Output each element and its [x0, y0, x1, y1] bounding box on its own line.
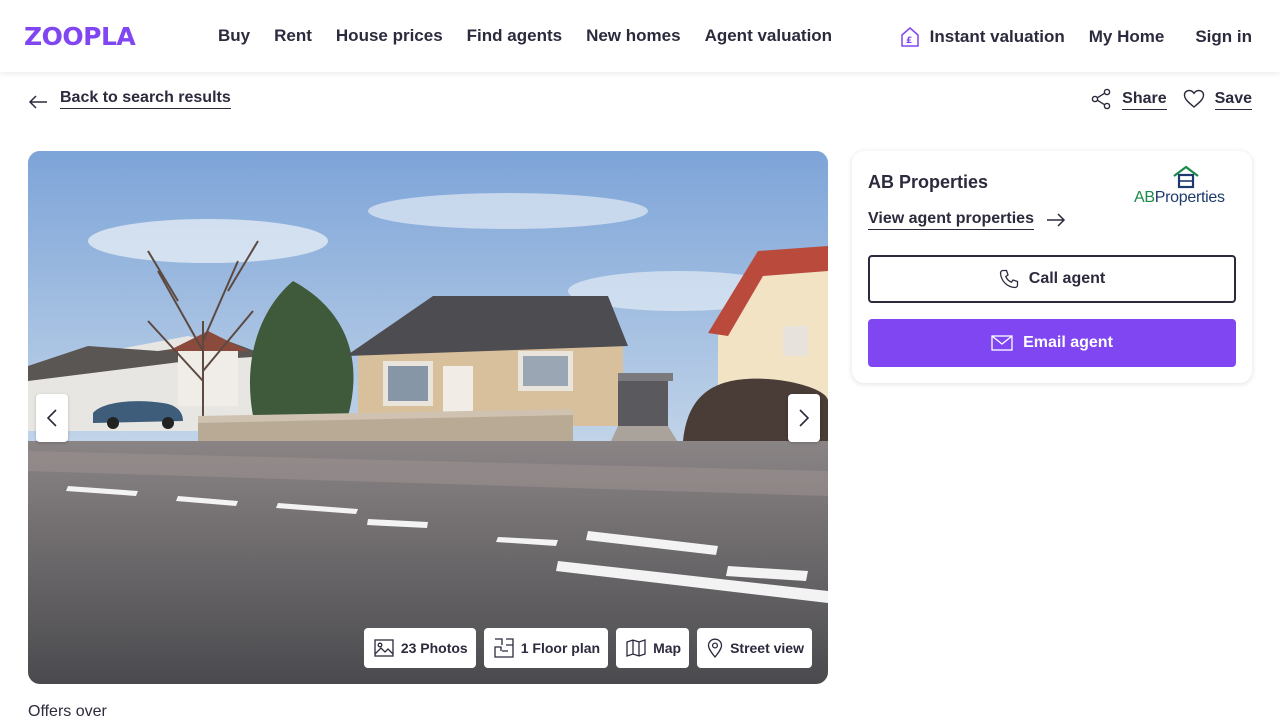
next-photo-button[interactable]: [788, 394, 820, 442]
agent-logo-wordmark: ABProperties: [1134, 189, 1225, 207]
save-button[interactable]: Save: [1183, 89, 1252, 110]
share-icon: [1091, 88, 1111, 110]
map-icon: [626, 639, 646, 657]
main-nav: Buy Rent House prices Find agents New ho…: [206, 22, 844, 50]
nav-buy[interactable]: Buy: [206, 22, 262, 50]
property-gallery[interactable]: 23 Photos 1 Floor plan Map Street view: [28, 151, 828, 684]
my-home-link[interactable]: My Home: [1077, 23, 1177, 51]
media-tabs: 23 Photos 1 Floor plan Map Street view: [356, 628, 812, 668]
back-to-results-link[interactable]: Back to search results: [28, 88, 231, 109]
view-agent-properties-label: View agent properties: [868, 209, 1034, 230]
zoopla-logo[interactable]: ZOOPLA: [24, 24, 136, 49]
previous-photo-button[interactable]: [36, 394, 68, 442]
house-pound-icon: £: [900, 27, 919, 47]
share-label: Share: [1122, 89, 1167, 110]
location-pin-icon: [707, 638, 723, 658]
svg-text:£: £: [906, 36, 912, 46]
nav-rent[interactable]: Rent: [262, 22, 324, 50]
photos-button[interactable]: 23 Photos: [363, 628, 476, 668]
nav-agent-valuation[interactable]: Agent valuation: [693, 22, 845, 50]
price-qualifier: Offers over: [28, 703, 107, 720]
floor-plan-button[interactable]: 1 Floor plan: [483, 628, 609, 668]
save-label: Save: [1214, 89, 1252, 110]
instant-valuation-label: Instant valuation: [929, 27, 1065, 46]
chevron-right-icon: [799, 409, 809, 427]
map-button[interactable]: Map: [616, 628, 690, 668]
logo-text-ab: AB: [1134, 189, 1155, 206]
nav-house-prices[interactable]: House prices: [324, 22, 455, 50]
instant-valuation-link[interactable]: £ Instant valuation: [888, 22, 1077, 52]
listing-actions: Share Save: [1074, 88, 1252, 110]
image-icon: [374, 639, 394, 657]
floor-plan-icon: [494, 638, 514, 658]
phone-icon: [999, 269, 1018, 289]
arrow-left-icon: [28, 94, 47, 109]
header-right: £ Instant valuation My Home Sign in: [888, 22, 1264, 52]
nav-find-agents[interactable]: Find agents: [455, 22, 574, 50]
arrow-right-icon: [1046, 212, 1066, 227]
property-photo: [28, 151, 828, 684]
sign-in-link[interactable]: Sign in: [1183, 23, 1264, 51]
agent-name: AB Properties: [868, 172, 989, 192]
heart-icon: [1183, 89, 1204, 108]
floor-plan-label: 1 Floor plan: [520, 640, 601, 656]
email-agent-label: Email agent: [1023, 334, 1113, 351]
street-view-button[interactable]: Street view: [697, 628, 812, 668]
nav-new-homes[interactable]: New homes: [574, 22, 692, 50]
call-agent-button[interactable]: Call agent: [868, 255, 1236, 303]
back-label: Back to search results: [60, 88, 231, 109]
chevron-left-icon: [47, 409, 57, 427]
agent-logo[interactable]: ABProperties: [1134, 165, 1238, 209]
email-agent-button[interactable]: Email agent: [868, 319, 1236, 367]
site-header: ZOOPLA Buy Rent House prices Find agents…: [0, 0, 1280, 72]
share-button[interactable]: Share: [1090, 88, 1167, 110]
street-view-label: Street view: [730, 640, 804, 656]
house-logo-icon: [1173, 165, 1199, 189]
mail-icon: [991, 335, 1013, 351]
logo-text-properties: Properties: [1154, 189, 1225, 206]
agent-card: AB Properties View agent properties ABPr…: [852, 151, 1252, 383]
view-agent-properties-link[interactable]: View agent properties: [868, 209, 1066, 230]
call-agent-label: Call agent: [1028, 270, 1106, 287]
map-label: Map: [653, 640, 682, 656]
photos-label: 23 Photos: [400, 640, 468, 656]
